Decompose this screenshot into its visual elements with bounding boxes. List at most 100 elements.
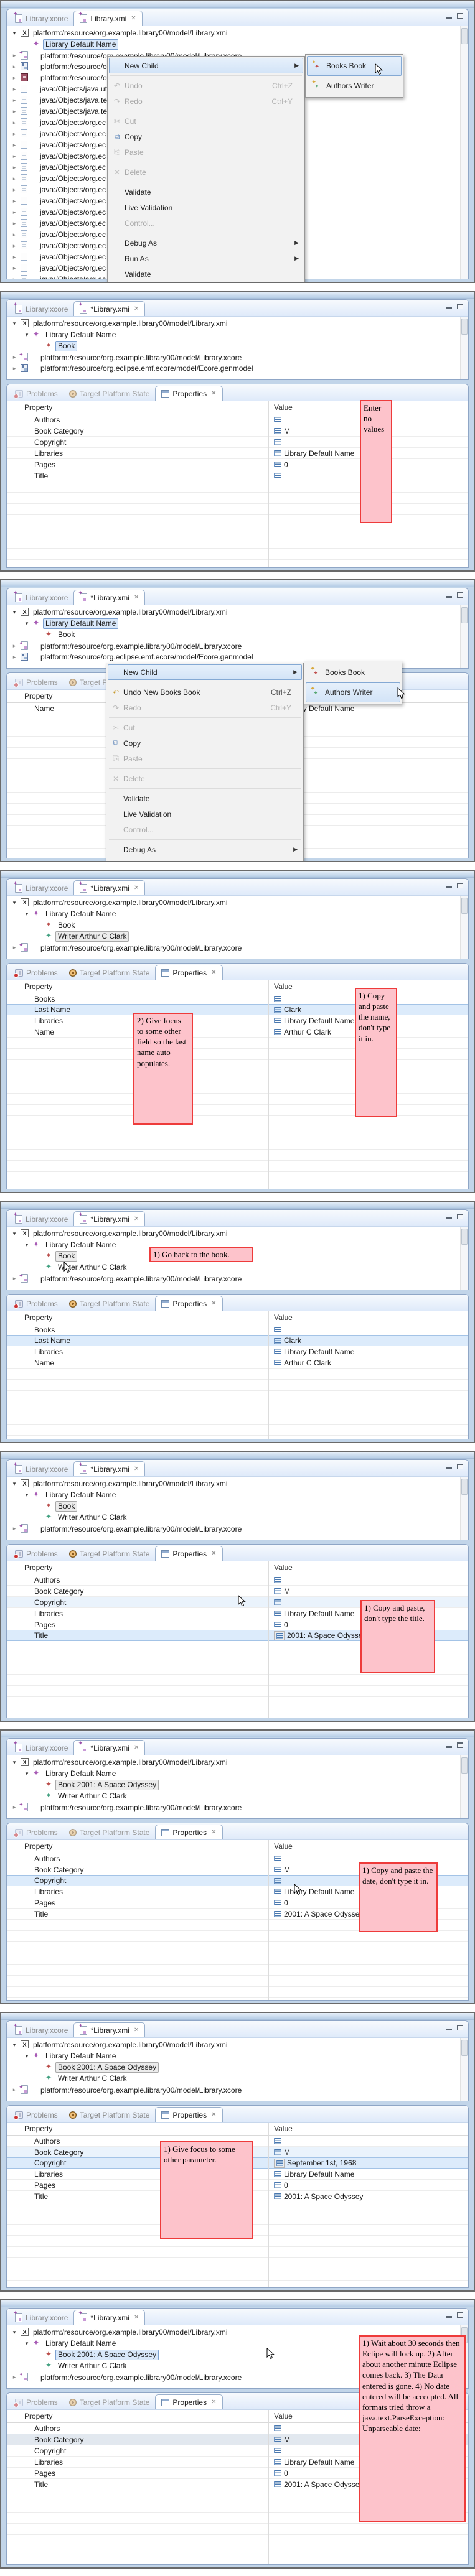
- property-row[interactable]: Authors: [7, 414, 468, 425]
- editor-tab-library-xcore[interactable]: Library.xcore: [9, 590, 73, 605]
- tree-scrollbar[interactable]: [460, 896, 468, 959]
- tree-scrollbar[interactable]: [460, 317, 468, 379]
- tree-item[interactable]: ✦Library Default Name: [7, 39, 468, 50]
- close-icon[interactable]: ✕: [134, 1216, 139, 1222]
- scrollbar-thumb[interactable]: [461, 2040, 468, 2056]
- expanded-arrow-icon[interactable]: ▾: [23, 618, 31, 629]
- menu-item[interactable]: ⎘Paste: [109, 144, 303, 160]
- tree-item[interactable]: ▸platform:/resource/org.eclipse.emf.ecor…: [7, 363, 468, 374]
- submenu-item[interactable]: ✦✦Books Book: [307, 56, 402, 76]
- views-tab-target-platform-state[interactable]: Target Platform State: [63, 386, 156, 401]
- editor-tab-library-xmi[interactable]: *Library.xmi✕: [73, 590, 145, 605]
- property-row[interactable]: LibrariesLibrary Default Name: [7, 448, 468, 459]
- editor-tab-library-xmi[interactable]: *Library.xmi✕: [73, 301, 145, 316]
- scrollbar-thumb[interactable]: [461, 28, 468, 44]
- collapsed-arrow-icon[interactable]: ▸: [11, 218, 18, 229]
- collapsed-arrow-icon[interactable]: ▸: [11, 351, 18, 363]
- tree-item[interactable]: ▾Xplatform:/resource/org.example.library…: [7, 1228, 468, 1239]
- maximize-view-icon[interactable]: [457, 1464, 463, 1469]
- close-icon[interactable]: ✕: [131, 15, 136, 22]
- editor-tab-library-xmi[interactable]: *Library.xmi✕: [73, 1461, 145, 1476]
- views-tab-properties[interactable]: Properties✕: [155, 386, 222, 401]
- tree-item[interactable]: ▸platform:/resource/org.example.library0…: [7, 1523, 468, 1534]
- close-icon[interactable]: ✕: [211, 2399, 216, 2406]
- scrollbar-thumb[interactable]: [461, 898, 468, 914]
- collapsed-arrow-icon[interactable]: ▸: [11, 651, 18, 663]
- collapsed-arrow-icon[interactable]: ▸: [11, 50, 18, 61]
- tree-item[interactable]: ▾Xplatform:/resource/org.example.library…: [7, 1478, 468, 1489]
- expanded-arrow-icon[interactable]: ▾: [23, 2338, 31, 2349]
- tree-item[interactable]: ✦Book 2001: A Space Odyssey: [7, 1779, 468, 1790]
- views-tab-problems[interactable]: Problems: [9, 965, 63, 980]
- tree-item[interactable]: ▸platform:/resource/org.example.library0…: [7, 1802, 468, 1813]
- collapsed-arrow-icon[interactable]: ▸: [11, 240, 18, 251]
- menu-item[interactable]: Debug As▶: [108, 842, 302, 857]
- property-row[interactable]: Last NameClark: [7, 1004, 468, 1015]
- expanded-arrow-icon[interactable]: ▾: [11, 318, 18, 329]
- expanded-arrow-icon[interactable]: ▾: [23, 1768, 31, 1779]
- collapsed-arrow-icon[interactable]: ▸: [11, 2371, 18, 2383]
- minimize-view-icon[interactable]: [446, 596, 452, 598]
- menu-item[interactable]: Control...: [108, 822, 302, 837]
- tree-scrollbar[interactable]: [460, 1755, 468, 1818]
- collapsed-arrow-icon[interactable]: ▸: [11, 1802, 18, 1813]
- property-row[interactable]: Title: [7, 470, 468, 481]
- tree-item[interactable]: ▾Xplatform:/resource/org.example.library…: [7, 27, 468, 39]
- menu-item[interactable]: New Child▶: [109, 58, 303, 73]
- collapsed-arrow-icon[interactable]: ▸: [11, 1273, 18, 1284]
- views-tab-properties[interactable]: Properties✕: [155, 1296, 222, 1311]
- editor-tab-library-xcore[interactable]: Library.xcore: [9, 1741, 73, 1755]
- expanded-arrow-icon[interactable]: ▾: [11, 1478, 18, 1489]
- expanded-arrow-icon[interactable]: ▾: [11, 2039, 18, 2050]
- submenu-item[interactable]: ✦✦Authors Writer: [306, 682, 400, 702]
- menu-item[interactable]: Run As▶: [109, 251, 303, 266]
- collapsed-arrow-icon[interactable]: ▸: [11, 106, 18, 117]
- collapsed-arrow-icon[interactable]: ▸: [11, 162, 18, 173]
- close-icon[interactable]: ✕: [211, 1550, 216, 1557]
- tree-item[interactable]: ▾Xplatform:/resource/org.example.library…: [7, 897, 468, 908]
- tree-item[interactable]: ▾Xplatform:/resource/org.example.library…: [7, 1757, 468, 1768]
- collapsed-arrow-icon[interactable]: ▸: [11, 184, 18, 195]
- editor-tab-library-xcore[interactable]: Library.xcore: [9, 1212, 73, 1226]
- editor-tab-library-xmi[interactable]: *Library.xmi✕: [73, 2310, 145, 2325]
- views-tab-target-platform-state[interactable]: Target Platform State: [63, 2108, 156, 2122]
- property-row[interactable]: Books: [7, 993, 468, 1005]
- expanded-arrow-icon[interactable]: ▾: [23, 1489, 31, 1500]
- collapsed-arrow-icon[interactable]: ▸: [11, 2084, 18, 2095]
- maximize-view-icon[interactable]: [457, 304, 463, 309]
- tree-item[interactable]: ▾✦Library Default Name: [7, 329, 468, 340]
- collapsed-arrow-icon[interactable]: ▸: [11, 117, 18, 128]
- menu-item[interactable]: Live Validation: [109, 200, 303, 215]
- collapsed-arrow-icon[interactable]: ▸: [11, 195, 18, 207]
- menu-item[interactable]: ✂Cut: [108, 720, 302, 735]
- minimize-view-icon[interactable]: [446, 1467, 452, 1469]
- tree-item[interactable]: ▸platform:/resource/org.example.library0…: [7, 351, 468, 363]
- menu-item[interactable]: Run As▶: [108, 857, 302, 862]
- views-tab-target-platform-state[interactable]: Target Platform State: [63, 1546, 156, 1561]
- tree-item[interactable]: ✦Writer Arthur C Clark: [7, 1262, 468, 1273]
- collapsed-arrow-icon[interactable]: ▸: [11, 942, 18, 953]
- scrollbar-thumb[interactable]: [461, 607, 468, 623]
- minimize-view-icon[interactable]: [446, 2316, 452, 2318]
- editor-tab-library-xcore[interactable]: Library.xcore: [9, 11, 73, 26]
- tree-item[interactable]: ✦Book: [7, 340, 468, 351]
- expanded-arrow-icon[interactable]: ▾: [23, 908, 31, 919]
- menu-item[interactable]: Control...: [109, 215, 303, 231]
- collapsed-arrow-icon[interactable]: ▸: [11, 61, 18, 72]
- close-icon[interactable]: ✕: [211, 2111, 216, 2118]
- tree-scrollbar[interactable]: [460, 1477, 468, 1540]
- tree-item[interactable]: ✦Writer Arthur C Clark: [7, 2073, 468, 2084]
- minimize-view-icon[interactable]: [446, 1746, 452, 1748]
- views-tab-properties[interactable]: Properties✕: [155, 1546, 222, 1561]
- views-tab-problems[interactable]: Problems: [9, 1825, 63, 1839]
- menu-item[interactable]: ⧉Copy: [108, 735, 302, 751]
- minimize-view-icon[interactable]: [446, 886, 452, 888]
- expanded-arrow-icon[interactable]: ▾: [11, 2327, 18, 2338]
- collapsed-arrow-icon[interactable]: ▸: [11, 139, 18, 151]
- menu-item[interactable]: ✕Delete: [109, 164, 303, 180]
- menu-item[interactable]: ↷RedoCtrl+Y: [108, 700, 302, 715]
- tree-item[interactable]: ▾✦Library Default Name: [7, 618, 468, 629]
- scrollbar-thumb[interactable]: [461, 1479, 468, 1495]
- tree-scrollbar[interactable]: [460, 605, 468, 668]
- minimize-view-icon[interactable]: [446, 1217, 452, 1219]
